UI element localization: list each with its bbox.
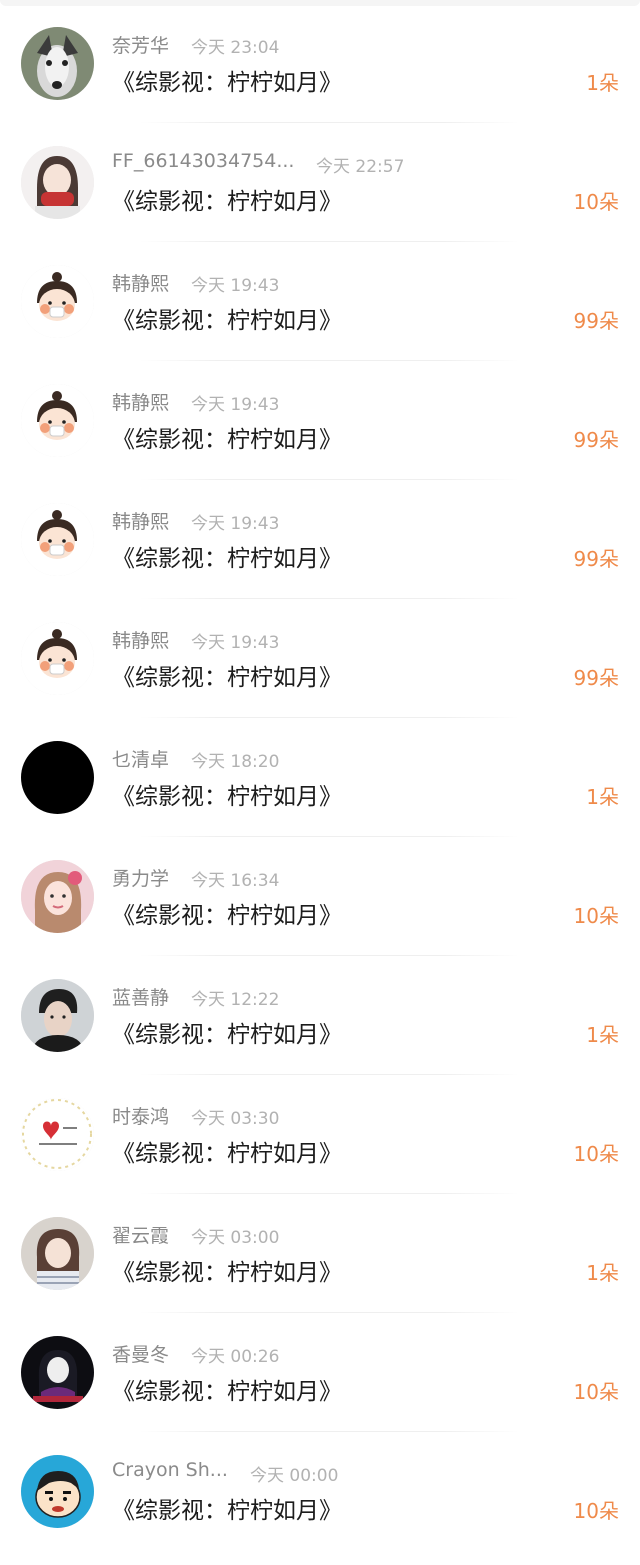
book-title: 《综影视：柠柠如月》 [112, 189, 342, 215]
user-name: 韩静熙 [112, 392, 170, 414]
flower-count: 99朵 [573, 428, 619, 452]
list-item[interactable]: 韩静熙 今天 19:43 《综影视：柠柠如月》 99朵 [0, 480, 640, 599]
user-name: 勇力学 [112, 868, 170, 890]
book-title: 《综影视：柠柠如月》 [112, 546, 342, 572]
flower-count: 1朵 [586, 785, 619, 809]
book-title: 《综影视：柠柠如月》 [112, 427, 342, 453]
timestamp: 今天 19:43 [191, 276, 280, 296]
flower-count: 10朵 [573, 904, 619, 928]
timestamp: 今天 16:34 [191, 871, 280, 891]
user-name: 香曼冬 [112, 1344, 170, 1366]
list-item[interactable]: FF_66143034754... 今天 22:57 《综影视：柠柠如月》 10… [0, 123, 640, 242]
heart-avatar-icon[interactable] [21, 1098, 94, 1171]
timestamp: 今天 00:26 [191, 1347, 280, 1367]
flower-count: 99朵 [573, 309, 619, 333]
user-name: 时泰鸿 [112, 1106, 170, 1128]
list-item[interactable]: 韩静熙 今天 19:43 《综影视：柠柠如月》 99朵 [0, 242, 640, 361]
gift-record-list: 奈芳华 今天 23:04 《综影视：柠柠如月》 1朵 FF_6614303475… [0, 4, 640, 1551]
flower-count: 99朵 [573, 547, 619, 571]
crayon-shin-avatar-icon[interactable] [21, 1455, 94, 1528]
list-item[interactable]: 韩静熙 今天 19:43 《综影视：柠柠如月》 99朵 [0, 599, 640, 718]
list-item[interactable]: 翟云霞 今天 03:00 《综影视：柠柠如月》 1朵 [0, 1194, 640, 1313]
flower-count: 99朵 [573, 666, 619, 690]
timestamp: 今天 19:43 [191, 514, 280, 534]
list-item[interactable]: 乜清卓 今天 18:20 《综影视：柠柠如月》 1朵 [0, 718, 640, 837]
list-item[interactable]: 蓝善静 今天 12:22 《综影视：柠柠如月》 1朵 [0, 956, 640, 1075]
list-item[interactable]: 奈芳华 今天 23:04 《综影视：柠柠如月》 1朵 [0, 4, 640, 123]
timestamp: 今天 18:20 [191, 752, 280, 772]
book-title: 《综影视：柠柠如月》 [112, 70, 342, 96]
flower-count: 1朵 [586, 1023, 619, 1047]
flower-count: 10朵 [573, 190, 619, 214]
flower-count: 10朵 [573, 1380, 619, 1404]
timestamp: 今天 00:00 [250, 1466, 339, 1486]
book-title: 《综影视：柠柠如月》 [112, 1260, 342, 1286]
cartoon-girl-avatar-icon[interactable] [21, 384, 94, 457]
timestamp: 今天 22:57 [316, 157, 405, 177]
book-title: 《综影视：柠柠如月》 [112, 1141, 342, 1167]
book-title: 《综影视：柠柠如月》 [112, 665, 342, 691]
list-item[interactable]: Crayon Sh... 今天 00:00 《综影视：柠柠如月》 10朵 [0, 1432, 640, 1551]
book-title: 《综影视：柠柠如月》 [112, 1022, 342, 1048]
flower-count: 10朵 [573, 1142, 619, 1166]
book-title: 《综影视：柠柠如月》 [112, 903, 342, 929]
child-photo-avatar-icon[interactable] [21, 1217, 94, 1290]
list-item[interactable]: 韩静熙 今天 19:43 《综影视：柠柠如月》 99朵 [0, 361, 640, 480]
user-name: 奈芳华 [112, 35, 170, 57]
book-title: 《综影视：柠柠如月》 [112, 1379, 342, 1405]
user-name: 蓝善静 [112, 987, 170, 1009]
timestamp: 今天 19:43 [191, 395, 280, 415]
timestamp: 今天 12:22 [191, 990, 280, 1010]
cartoon-girl-avatar-icon[interactable] [21, 622, 94, 695]
dog-avatar-icon[interactable] [21, 27, 94, 100]
list-item[interactable]: 时泰鸿 今天 03:30 《综影视：柠柠如月》 10朵 [0, 1075, 640, 1194]
user-name: 韩静熙 [112, 630, 170, 652]
list-item[interactable]: 勇力学 今天 16:34 《综影视：柠柠如月》 10朵 [0, 837, 640, 956]
flower-count: 10朵 [573, 1499, 619, 1523]
user-name: 翟云霞 [112, 1225, 170, 1247]
user-name: 韩静熙 [112, 273, 170, 295]
cartoon-girl-avatar-icon[interactable] [21, 265, 94, 338]
book-title: 《综影视：柠柠如月》 [112, 308, 342, 334]
woman-photo-avatar-icon[interactable] [21, 860, 94, 933]
girl-scarf-avatar-icon[interactable] [21, 146, 94, 219]
book-title: 《综影视：柠柠如月》 [112, 1498, 342, 1524]
book-title: 《综影视：柠柠如月》 [112, 784, 342, 810]
user-name: 乜清卓 [112, 749, 170, 771]
flower-count: 1朵 [586, 71, 619, 95]
dark-art-avatar-icon[interactable] [21, 1336, 94, 1409]
user-name: FF_66143034754... [112, 150, 295, 172]
timestamp: 今天 03:00 [191, 1228, 280, 1248]
black-avatar-icon[interactable] [21, 741, 94, 814]
flower-count: 1朵 [586, 1261, 619, 1285]
list-item[interactable]: 香曼冬 今天 00:26 《综影视：柠柠如月》 10朵 [0, 1313, 640, 1432]
timestamp: 今天 03:30 [191, 1109, 280, 1129]
timestamp: 今天 19:43 [191, 633, 280, 653]
user-name: Crayon Sh... [112, 1459, 228, 1481]
timestamp: 今天 23:04 [191, 38, 280, 58]
cartoon-girl-avatar-icon[interactable] [21, 503, 94, 576]
user-name: 韩静熙 [112, 511, 170, 533]
man-photo-avatar-icon[interactable] [21, 979, 94, 1052]
